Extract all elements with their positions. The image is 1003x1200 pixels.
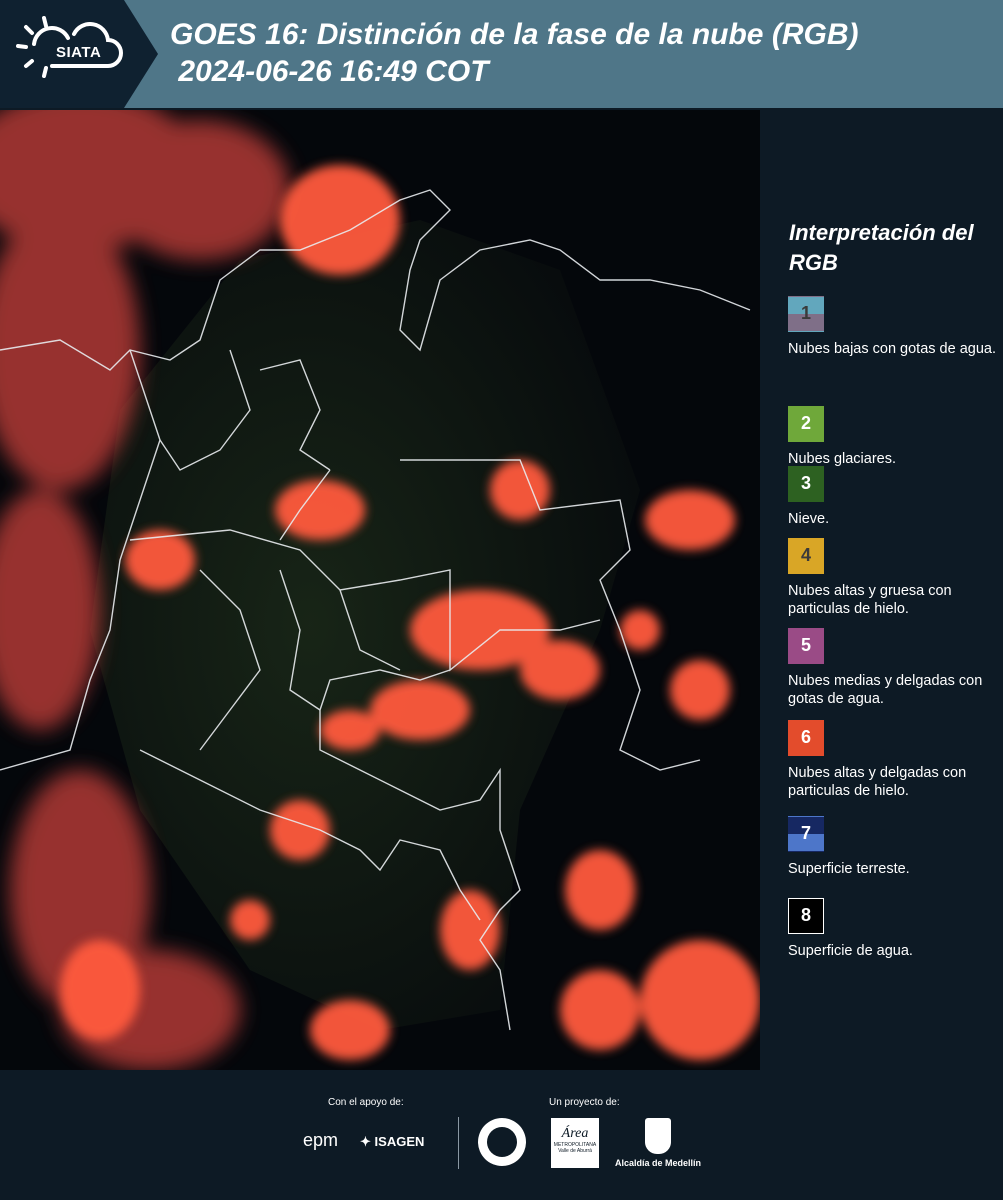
legend-label: Nubes altas y gruesa con particulas de h… (788, 583, 952, 617)
alcaldia-shield-icon (645, 1118, 671, 1154)
support-label: Con el apoyo de: (328, 1097, 404, 1108)
legend-item: 6 Nubes altas y delgadas con particulas d… (788, 720, 1003, 800)
legend-item: 3 Nieve. (788, 466, 1003, 528)
legend-item: 7 Superficie terreste. (788, 816, 1003, 878)
legend-label: Nubes altas y delgadas con particulas de… (788, 765, 967, 799)
map-image (0, 110, 760, 1070)
legend-swatch: 7 (788, 816, 824, 852)
area-metropolitana-logo: Área METROPOLITANA Valle de Aburrá (551, 1118, 599, 1168)
logo-text: SIATA (56, 44, 102, 61)
legend-label: Superficie terreste. (788, 861, 910, 877)
legend-swatch: 2 (788, 406, 824, 442)
legend-item: 4 Nubes altas y gruesa con particulas de … (788, 538, 1003, 618)
satellite-map (0, 110, 760, 1070)
legend-number: 3 (800, 473, 811, 493)
legend-number: 7 (800, 823, 811, 843)
legend-swatch: 4 (788, 538, 824, 574)
legend-swatch: 6 (788, 720, 824, 756)
header: SIATA GOES 16: Distinción de la fase de … (0, 0, 1003, 108)
alcaldia-logo: Alcaldía de Medellín (613, 1118, 703, 1168)
isagen-logo: ✦ ISAGEN (360, 1134, 424, 1150)
alcaldia-text: Alcaldía de Medellín (614, 1158, 702, 1168)
footer: Con el apoyo de: Un proyecto de: epm ✦ I… (0, 1070, 1003, 1200)
legend-item: 2 Nubes glaciares. (788, 406, 1003, 468)
isagen-mark-icon: ✦ (360, 1134, 371, 1149)
legend-label: Superficie de agua. (788, 943, 913, 959)
legend-title: Interpretación del RGB (789, 220, 974, 275)
legend-swatch: 1 (788, 296, 824, 332)
seal-logo (478, 1118, 526, 1166)
legend-item: 8 Superficie de agua. (788, 898, 1003, 960)
legend-number: 6 (800, 727, 811, 747)
legend-swatch: 3 (788, 466, 824, 502)
epm-logo: epm (303, 1130, 339, 1150)
isagen-text: ISAGEN (374, 1134, 425, 1149)
footer-separator (458, 1117, 459, 1169)
legend-number: 4 (800, 545, 811, 565)
legend-item: 5 Nubes medias y delgadas con gotas de ag… (788, 628, 1003, 708)
legend-swatch: 8 (788, 898, 824, 934)
area-sub2: Valle de Aburrá (558, 1148, 592, 1154)
legend-number: 1 (800, 303, 811, 323)
project-label: Un proyecto de: (549, 1097, 620, 1108)
area-text: Área (561, 1126, 589, 1141)
legend-panel: Interpretación del RGB 1 Nubes bajas con … (775, 110, 1003, 1070)
siata-logo: SIATA (0, 0, 158, 108)
legend-number: 2 (800, 413, 811, 433)
legend-number: 8 (800, 905, 811, 925)
legend-label: Nieve. (788, 511, 830, 527)
legend-swatch: 5 (788, 628, 824, 664)
legend-number: 5 (800, 635, 811, 655)
legend-label: Nubes bajas con gotas de agua. (788, 341, 996, 357)
legend-item: 1 Nubes bajas con gotas de agua. (788, 296, 1003, 358)
page-title: GOES 16: Distinción de la fase de la nub… (170, 18, 859, 88)
legend-label: Nubes medias y delgadas con gotas de agu… (788, 673, 983, 707)
